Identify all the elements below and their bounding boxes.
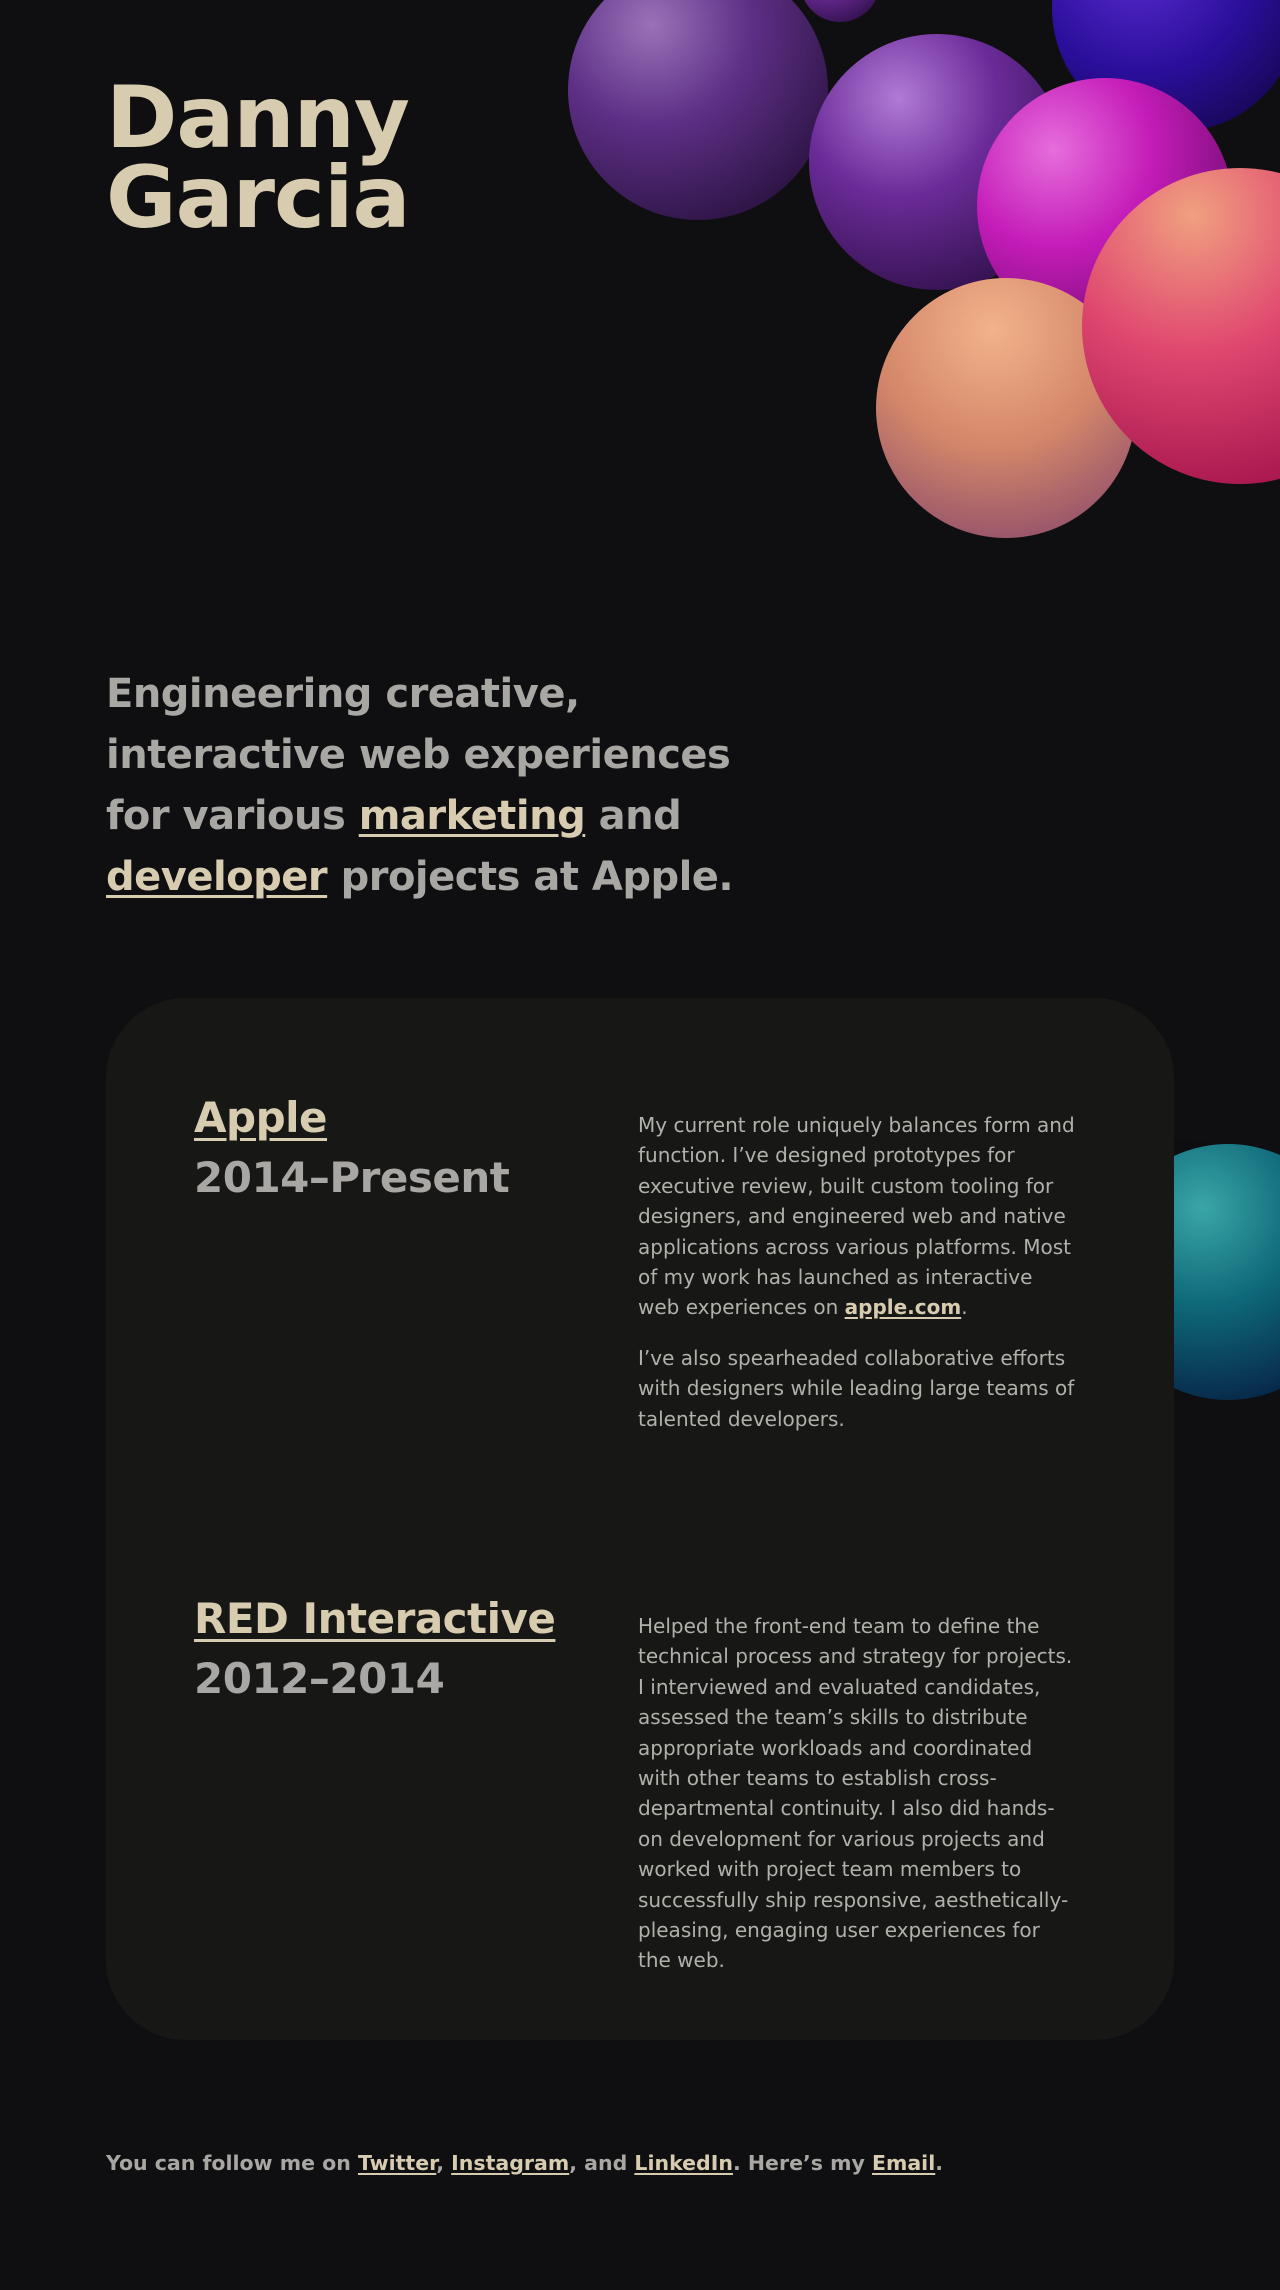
company-link-red-interactive[interactable]: RED Interactive bbox=[194, 1594, 556, 1643]
company-description: Helped the front-end team to define the … bbox=[638, 1611, 1078, 1996]
experience-card: Apple 2014–Present My current role uniqu… bbox=[106, 998, 1174, 2040]
apple-com-link[interactable]: apple.com bbox=[845, 1295, 962, 1319]
description-paragraph: Helped the front-end team to define the … bbox=[638, 1614, 1073, 1973]
intro-connector: and bbox=[585, 793, 682, 839]
company-description: My current role uniquely balances form a… bbox=[638, 1110, 1078, 1454]
marketing-link[interactable]: marketing bbox=[359, 793, 586, 839]
footer-social: You can follow me on Twitter, Instagram,… bbox=[106, 2148, 943, 2178]
indigo-sphere bbox=[1052, 0, 1280, 132]
company-link-apple[interactable]: Apple bbox=[194, 1093, 328, 1142]
magenta-sphere bbox=[977, 78, 1233, 334]
peach-sphere bbox=[876, 278, 1136, 538]
footer-text: . Here’s my bbox=[732, 2151, 872, 2175]
intro-end: projects at Apple. bbox=[327, 854, 734, 900]
description-end: . bbox=[961, 1295, 968, 1320]
footer-text: You can follow me on bbox=[106, 2151, 358, 2175]
last-name: Garcia bbox=[106, 148, 411, 248]
email-link[interactable]: Email bbox=[872, 2151, 935, 2175]
footer-end: . bbox=[935, 2151, 944, 2175]
violet-sphere bbox=[809, 34, 1065, 290]
description-text: My current role uniquely balances form a… bbox=[638, 1113, 1075, 1320]
experience-item-red-interactive: RED Interactive 2012–2014 Helped the fro… bbox=[194, 1589, 1154, 1972]
twitter-link[interactable]: Twitter bbox=[358, 2151, 436, 2175]
first-name: Danny bbox=[106, 68, 410, 168]
experience-item-apple: Apple 2014–Present My current role uniqu… bbox=[194, 1088, 1154, 1431]
description-paragraph: My current role uniquely balances form a… bbox=[638, 1110, 1078, 1323]
footer-separator: , and bbox=[569, 2151, 635, 2175]
linkedin-link[interactable]: LinkedIn bbox=[634, 2151, 733, 2175]
intro-tagline: Engineering creative, interactive web ex… bbox=[106, 664, 786, 908]
site-title: Danny Garcia bbox=[106, 68, 411, 248]
pink-sphere bbox=[1082, 168, 1280, 484]
purple-sphere bbox=[568, 0, 828, 220]
instagram-link[interactable]: Instagram bbox=[451, 2151, 569, 2175]
developer-link[interactable]: developer bbox=[106, 854, 328, 900]
description-paragraph-2: I’ve also spearheaded collaborative effo… bbox=[638, 1345, 1075, 1431]
violet-sphere-small bbox=[804, 0, 876, 22]
footer-separator: , bbox=[436, 2151, 452, 2175]
